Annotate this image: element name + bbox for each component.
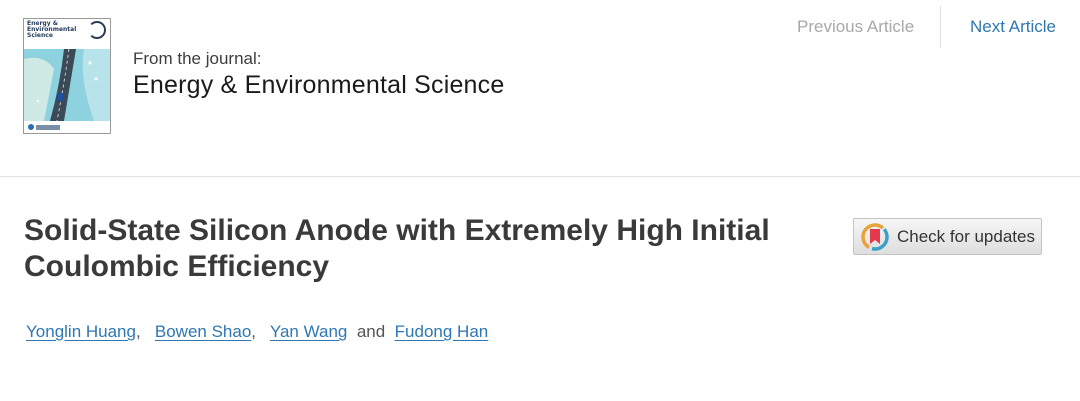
next-article-link[interactable]: Next Article	[970, 17, 1056, 37]
nav-divider	[940, 6, 941, 48]
author-separator: ,	[135, 322, 141, 341]
cover-artwork	[24, 49, 110, 121]
journal-cover-image[interactable]: Energy & Environmental Science	[23, 18, 111, 134]
check-for-updates-label: Check for updates	[897, 226, 1035, 246]
cover-swirl-icon	[88, 21, 106, 39]
author-separator: ,	[251, 322, 257, 341]
cover-title: Energy & Environmental Science	[27, 20, 77, 39]
publisher-mark	[36, 125, 60, 130]
author-link[interactable]: Yan Wang	[270, 322, 348, 341]
author-link[interactable]: Bowen Shao	[155, 322, 251, 341]
journal-name-link[interactable]: Energy & Environmental Science	[133, 71, 504, 100]
cover-footer	[24, 121, 110, 133]
rsc-logo-icon	[28, 124, 34, 130]
journal-header: Energy & Environmental Science From the …	[0, 0, 1080, 176]
author-link[interactable]: Yonglin Huang	[26, 322, 136, 341]
header-divider	[0, 176, 1080, 177]
previous-article-link[interactable]: Previous Article	[797, 17, 914, 37]
check-for-updates-button[interactable]: Check for updates	[853, 218, 1042, 255]
author-conjunction: and	[356, 322, 386, 341]
author-link[interactable]: Fudong Han	[395, 322, 489, 341]
author-list: Yonglin Huang, Bowen Shao, Yan Wang and …	[26, 322, 488, 342]
crossmark-icon	[861, 222, 889, 251]
article-title: Solid-State Silicon Anode with Extremely…	[24, 214, 770, 283]
from-journal-label: From the journal:	[133, 49, 262, 68]
